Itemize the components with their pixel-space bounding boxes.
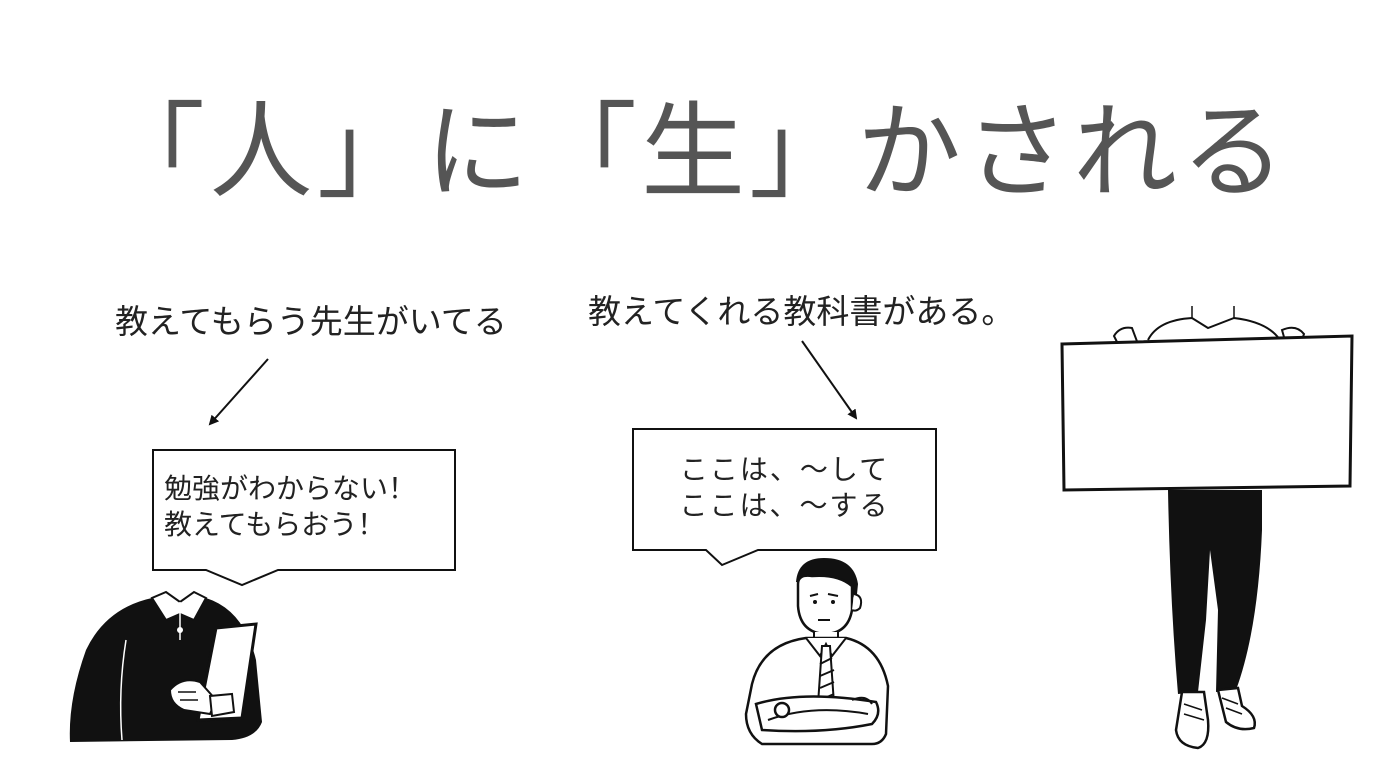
speech-bubble-text: ここは、～して ここは、～する [632,452,937,524]
student-holding-tablet-icon [69,590,262,742]
speech-bubble-student: 勉強がわからない！ 教えてもらおう！ [152,449,456,587]
man-arms-crossed-icon [744,558,890,746]
speech-bubble-text: 勉強がわからない！ 教えてもらおう！ [164,471,416,543]
speech-line-2: ここは、～する [679,489,890,522]
speech-bubble-textbook: ここは、～して ここは、～する [632,428,937,568]
speech-line-1: 勉強がわからない！ [164,472,417,505]
speech-line-1: ここは、～して [679,453,890,486]
arrow-left [208,358,269,426]
speech-line-2: 教えてもらおう！ [164,508,386,541]
person-holding-blank-sign-icon [1060,306,1354,750]
arrow-center [801,340,858,420]
